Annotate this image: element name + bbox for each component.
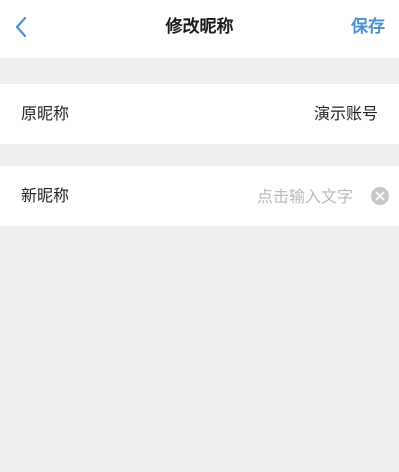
save-button[interactable]: 保存 [351,0,385,54]
new-nickname-row: 新昵称 [0,166,399,226]
page-title: 修改昵称 [165,17,234,37]
clear-icon [371,187,389,205]
new-nickname-label: 新昵称 [21,186,70,205]
original-nickname-row: 原昵称 演示账号 [0,84,399,144]
original-nickname-label: 原昵称 [21,104,70,123]
new-nickname-input[interactable] [143,181,353,211]
navigation-bar: 修改昵称 保存 [0,0,399,58]
original-nickname-value: 演示账号 [313,104,378,123]
edit-nickname-screen: 修改昵称 保存 原昵称 演示账号 新昵称 [0,0,399,472]
clear-input-button[interactable] [370,186,390,206]
